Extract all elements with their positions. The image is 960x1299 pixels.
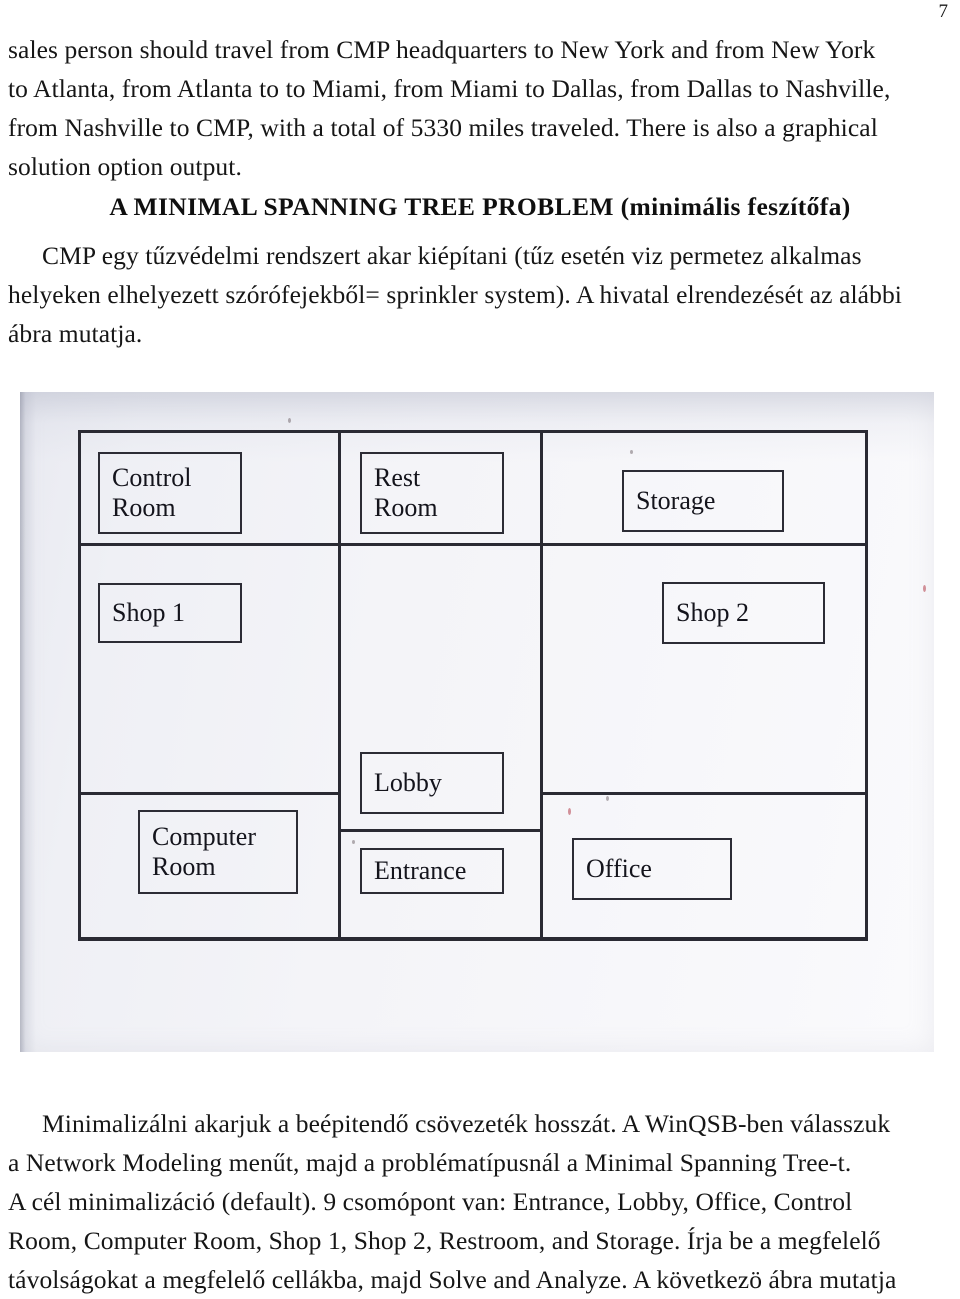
paragraph-bottom-line-3: A cél minimalizáció (default). 9 csomópo… [8,1187,853,1216]
document-page: 7 sales person should travel from CMP he… [0,0,960,1294]
wall-divider-upper [78,543,868,546]
room-label-rest-room: Rest Room [374,463,438,522]
room-label-shop-2: Shop 2 [676,598,749,627]
paragraph-bottom-line-1: Minimalizálni akarjuk a beépitendő csöve… [8,1104,952,1143]
wall-outer-left [78,430,81,940]
room-label-shop-1: Shop 1 [112,598,185,627]
paragraph-top: sales person should travel from CMP head… [8,30,952,186]
wall-divider-lower-left [78,792,338,795]
paragraph-bottom-line-5: távolságokat a megfelelő cellákba, majd … [8,1265,897,1294]
room-shop-1: Shop 1 [98,583,242,643]
room-label-storage: Storage [636,486,716,515]
paragraph-middle-line-3: ábra mutatja. [8,319,143,348]
paragraph-top-line-2: to Atlanta, from Atlanta to to Miami, fr… [8,74,891,103]
page-number: 7 [938,1,949,22]
paragraph-bottom-line-2: a Network Modeling menűt, majd a problém… [8,1148,852,1177]
scan-speck-6 [606,796,609,801]
room-lobby: Lobby [360,752,504,814]
room-storage: Storage [622,470,784,532]
room-label-office: Office [586,854,652,883]
wall-outer-right [865,430,868,940]
room-office: Office [572,838,732,900]
wall-divider-lower-right [540,792,868,795]
room-entrance: Entrance [360,848,504,894]
wall-vertical-centre-right [540,430,543,940]
room-label-control-room: Control Room [112,463,192,522]
scan-speck-5 [352,840,355,844]
wall-outer-bottom [78,937,868,941]
room-computer-room: Computer Room [138,810,298,894]
paragraph-bottom-line-4: Room, Computer Room, Shop 1, Shop 2, Res… [8,1226,881,1255]
room-label-entrance: Entrance [374,856,467,885]
paragraph-bottom: Minimalizálni akarjuk a beépitendő csöve… [8,1104,952,1299]
paragraph-top-line-3: from Nashville to CMP, with a total of 5… [8,113,878,142]
room-shop-2: Shop 2 [662,582,825,644]
room-label-computer-room: Computer Room [152,822,256,881]
paragraph-bottom-line-1-text: Minimalizálni akarjuk a beépitendő csöve… [42,1109,891,1138]
paragraph-top-line-4: solution option output. [8,152,242,181]
paragraph-middle: CMP egy tűzvédelmi rendszert akar kiépít… [8,236,952,353]
paragraph-middle-line-2: helyeken elhelyezett szórófejekből= spri… [8,280,902,309]
section-heading: A MINIMAL SPANNING TREE PROBLEM (minimál… [109,192,851,221]
wall-vertical-left-centre [338,430,341,940]
scan-speck-1 [288,418,291,423]
scan-speck-2 [630,450,633,454]
wall-divider-centre [338,829,540,832]
room-rest-room: Rest Room [360,452,504,534]
room-label-lobby: Lobby [374,768,442,797]
paragraph-middle-line-1: CMP egy tűzvédelmi rendszert akar kiépít… [8,236,952,275]
floor-plan: Control Room Rest Room Storage Shop 1 Sh… [20,392,934,1052]
room-control-room: Control Room [98,452,242,534]
wall-outer-top [78,430,868,433]
floor-plan-figure: Control Room Rest Room Storage Shop 1 Sh… [20,392,934,1052]
paragraph-top-line-1: sales person should travel from CMP head… [8,35,876,64]
scan-speck-4 [568,808,571,815]
paragraph-middle-line-1-text: CMP egy tűzvédelmi rendszert akar kiépít… [42,241,862,270]
scan-speck-3 [923,585,926,592]
